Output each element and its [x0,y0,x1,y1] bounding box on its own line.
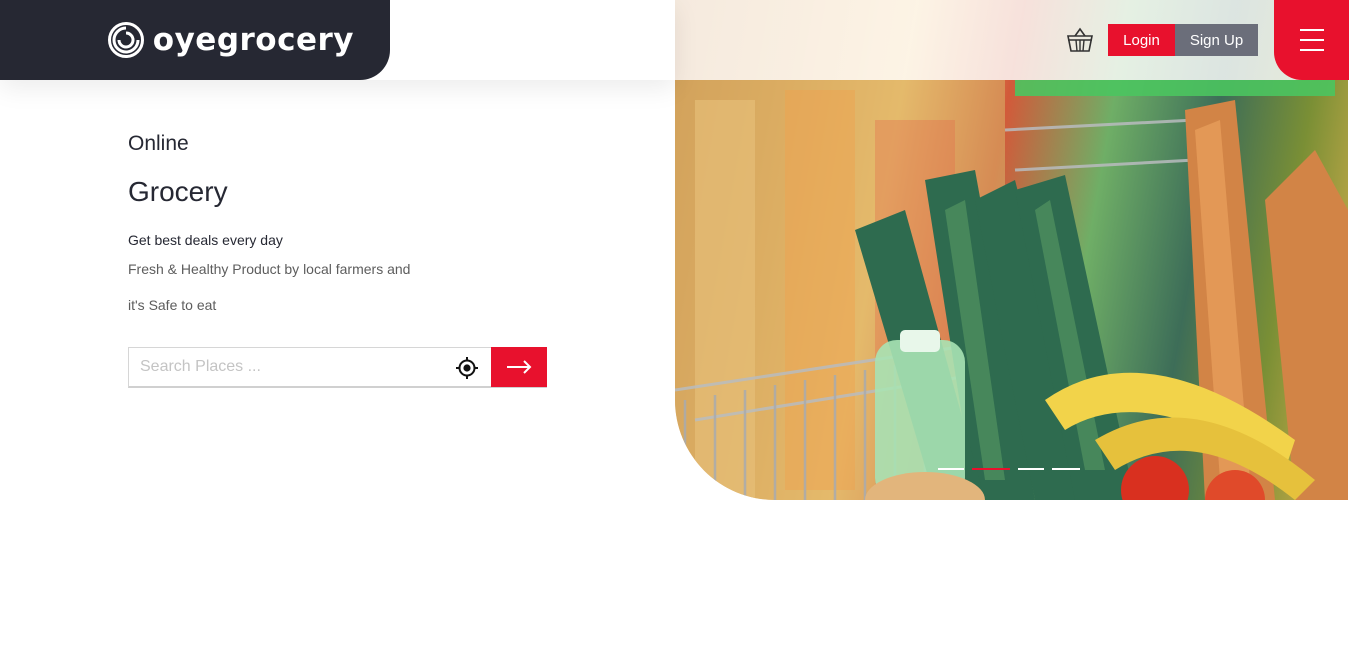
slider-dot[interactable] [938,468,964,470]
swirl-logo-icon [107,22,144,58]
search-box [128,347,547,388]
hero-title: Grocery [128,176,228,207]
hamburger-menu-icon [1299,49,1324,51]
basket-icon[interactable] [1066,27,1094,53]
slider-dot[interactable] [1018,468,1044,470]
hero-eyebrow: Online [128,132,189,155]
hero-description-line1: Fresh & Healthy Product by local farmers… [128,261,411,277]
slider-dot[interactable] [1052,468,1080,470]
crosshair-locate-icon[interactable] [455,356,479,380]
slider-dot-active[interactable] [972,468,1010,470]
brand-name: oyegrocery [152,22,354,58]
brand-block: oyegrocery [0,0,390,80]
signup-button[interactable]: Sign Up [1175,24,1258,56]
menu-button[interactable] [1274,0,1349,80]
slider-indicators [938,468,1080,470]
search-submit-button[interactable] [491,347,547,387]
hamburger-menu-icon [1299,29,1324,31]
logo-link[interactable]: oyegrocery [107,19,354,61]
hamburger-menu-icon [1299,39,1324,41]
hero-image [675,0,1348,500]
hero-tagline: Get best deals every day [128,232,283,248]
grocery-cart-photo [675,80,1348,500]
arrow-right-icon [507,360,532,374]
hero-description-line2: it's Safe to eat [128,297,217,313]
search-input[interactable] [129,348,455,386]
login-button[interactable]: Login [1108,24,1175,56]
